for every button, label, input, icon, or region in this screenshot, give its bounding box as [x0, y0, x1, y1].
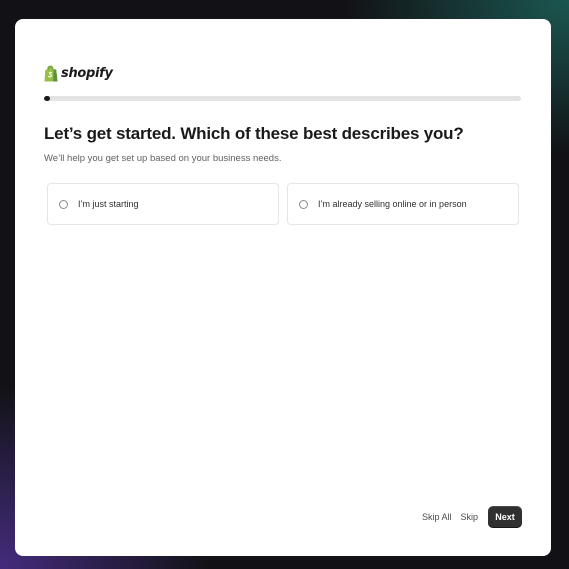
shopify-logo: shopify: [44, 63, 113, 83]
radio-button-just-starting[interactable]: [59, 199, 68, 209]
progress-bar: [44, 96, 521, 101]
option-just-starting[interactable]: I’m just starting: [47, 183, 279, 225]
skip-all-button[interactable]: Skip All: [422, 512, 452, 522]
skip-button[interactable]: Skip: [460, 512, 478, 522]
radio-button-already-selling[interactable]: [299, 199, 308, 209]
shopify-bag-icon: [44, 65, 58, 81]
next-button[interactable]: Next: [488, 506, 522, 528]
progress-bar-fill: [44, 96, 50, 101]
page-title: Let’s get started. Which of these best d…: [44, 124, 464, 143]
option-already-selling[interactable]: I’m already selling online or in person: [287, 183, 519, 225]
brand-name: shopify: [61, 65, 113, 81]
page-subtitle: We’ll help you get set up based on your …: [44, 153, 282, 164]
option-label-just-starting: I’m just starting: [78, 199, 139, 209]
business-stage-options: I’m just starting I’m already selling on…: [47, 183, 519, 225]
option-label-already-selling: I’m already selling online or in person: [318, 199, 467, 209]
footer-actions: Skip All Skip Next: [422, 506, 522, 528]
onboarding-card: shopify Let’s get started. Which of thes…: [15, 19, 551, 556]
